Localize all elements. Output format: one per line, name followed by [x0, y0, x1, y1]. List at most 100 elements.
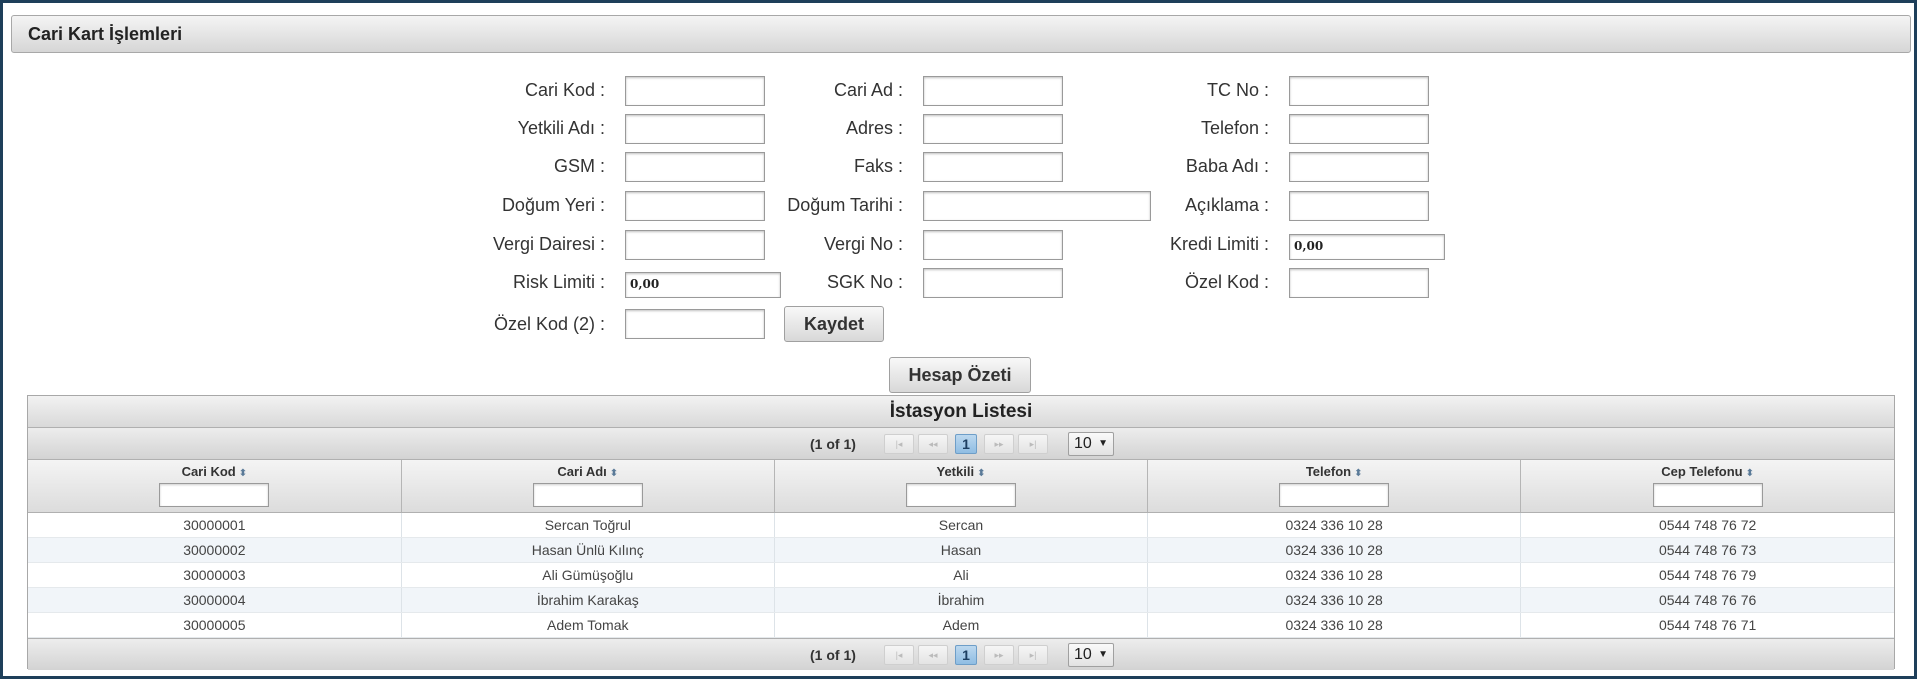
dogum-yeri-label: Doğum Yeri :	[501, 195, 605, 215]
vergi-no-label: Vergi No :	[823, 234, 903, 254]
save-button[interactable]: Kaydet	[784, 306, 884, 342]
cell-yetkili: Hasan	[774, 537, 1149, 563]
cell-cari-kod: 30000002	[28, 537, 402, 563]
rows-per-page-select[interactable]: 10 ▼	[1068, 642, 1114, 667]
rows-per-page-value: 10	[1074, 645, 1092, 663]
sgk-no-label: SGK No :	[826, 272, 903, 292]
cell-cari-kod: 30000001	[28, 512, 402, 538]
grid-title: İstasyon Listesi	[28, 396, 1894, 428]
page-report: (1 of 1)	[810, 646, 856, 663]
cari-kod-filter-input[interactable]	[159, 483, 270, 507]
column-header-cari-adi[interactable]: Cari Adı ⬍	[401, 460, 775, 513]
page-1-button[interactable]: 1	[955, 644, 977, 665]
account-summary-button[interactable]: Hesap Özeti	[889, 357, 1031, 393]
faks-input[interactable]	[923, 152, 1063, 182]
column-header-yetkili[interactable]: Yetkili ⬍	[774, 460, 1149, 513]
baba-adi-input[interactable]	[1289, 152, 1429, 182]
cell-telefon: 0324 336 10 28	[1147, 537, 1522, 563]
table-row[interactable]: 30000003 Ali Gümüşoğlu Ali 0324 336 10 2…	[28, 562, 1894, 588]
window-frame: Cari Kart İşlemleri Cari Kod : Cari Ad :…	[0, 0, 1917, 679]
sort-icon: ⬍	[609, 468, 619, 479]
vergi-no-input[interactable]	[923, 230, 1063, 260]
cell-cari-kod: 30000004	[28, 587, 402, 613]
cell-yetkili: Ali	[774, 562, 1149, 588]
rows-per-page-select[interactable]: 10 ▼	[1068, 432, 1114, 456]
page-1-button[interactable]: 1	[955, 434, 977, 454]
yetkili-adi-label: Yetkili Adı :	[517, 118, 605, 138]
first-page-icon[interactable]: |◂	[884, 434, 914, 454]
dropdown-arrow-icon: ▼	[1098, 648, 1108, 660]
last-page-icon[interactable]: ▸|	[1018, 434, 1048, 454]
risk-limiti-label: Risk Limiti :	[512, 272, 605, 292]
table-row[interactable]: 30000001 Sercan Toğrul Sercan 0324 336 1…	[28, 512, 1894, 538]
table-row[interactable]: 30000004 İbrahim Karakaş İbrahim 0324 33…	[28, 587, 1894, 613]
last-page-icon[interactable]: ▸|	[1018, 644, 1048, 665]
dogum-yeri-input[interactable]	[625, 191, 765, 221]
station-list-grid: İstasyon Listesi (1 of 1) |◂ ◂◂ 1 ▸▸ ▸| …	[27, 395, 1895, 670]
cell-cari-adi: İbrahim Karakaş	[401, 587, 775, 613]
yetkili-filter-input[interactable]	[905, 483, 1016, 507]
yetkili-adi-input[interactable]	[625, 114, 765, 144]
adres-input[interactable]	[923, 114, 1063, 144]
cell-telefon: 0324 336 10 28	[1147, 512, 1522, 538]
dropdown-arrow-icon: ▼	[1098, 438, 1108, 449]
cell-cari-adi: Ali Gümüşoğlu	[401, 562, 775, 588]
cell-telefon: 0324 336 10 28	[1147, 587, 1522, 613]
next-page-icon[interactable]: ▸▸	[984, 434, 1014, 454]
kredi-limiti-input[interactable]: 0,00	[1289, 234, 1445, 260]
cell-yetkili: Adem	[774, 612, 1149, 638]
kredi-limiti-label: Kredi Limiti :	[1169, 234, 1269, 254]
table-row[interactable]: 30000005 Adem Tomak Adem 0324 336 10 28 …	[28, 612, 1894, 638]
panel-title: Cari Kart İşlemleri	[11, 15, 1911, 53]
baba-adi-label: Baba Adı :	[1185, 156, 1269, 176]
prev-page-icon[interactable]: ◂◂	[918, 644, 948, 665]
adres-label: Adres :	[845, 118, 903, 138]
telefon-input[interactable]	[1289, 114, 1429, 144]
sgk-no-input[interactable]	[923, 268, 1063, 298]
page-report: (1 of 1)	[810, 436, 856, 452]
gsm-label: GSM :	[553, 156, 605, 176]
aciklama-input[interactable]	[1289, 191, 1429, 221]
cell-telefon: 0324 336 10 28	[1147, 612, 1522, 638]
cell-cari-kod: 30000005	[28, 612, 402, 638]
sort-icon: ⬍	[1354, 468, 1363, 479]
cell-cep-telefonu: 0544 748 76 72	[1520, 512, 1894, 538]
cell-cep-telefonu: 0544 748 76 79	[1520, 562, 1894, 588]
ozel-kod-2-label: Özel Kod (2) :	[493, 314, 605, 334]
cell-cari-adi: Adem Tomak	[401, 612, 775, 638]
next-page-icon[interactable]: ▸▸	[984, 644, 1014, 665]
dogum-tarihi-label: Doğum Tarihi :	[787, 195, 903, 215]
cell-cep-telefonu: 0544 748 76 73	[1520, 537, 1894, 563]
aciklama-label: Açıklama :	[1184, 195, 1269, 215]
cep-telefonu-filter-input[interactable]	[1652, 483, 1763, 507]
cari-kod-input[interactable]	[625, 76, 765, 106]
telefon-label: Telefon :	[1200, 118, 1269, 138]
cell-yetkili: Sercan	[774, 512, 1149, 538]
table-row[interactable]: 30000002 Hasan Ünlü Kılınç Hasan 0324 33…	[28, 537, 1894, 563]
cell-cep-telefonu: 0544 748 76 76	[1520, 587, 1894, 613]
column-header-cari-kod[interactable]: Cari Kod ⬍	[28, 460, 402, 513]
column-header-telefon[interactable]: Telefon ⬍	[1147, 460, 1522, 513]
bottom-paginator: (1 of 1) |◂ ◂◂ 1 ▸▸ ▸| 10 ▼	[28, 637, 1894, 670]
cell-cari-adi: Hasan Ünlü Kılınç	[401, 537, 775, 563]
first-page-icon[interactable]: |◂	[884, 644, 914, 665]
cell-yetkili: İbrahim	[774, 587, 1149, 613]
tc-no-input[interactable]	[1289, 76, 1429, 106]
column-header-cep-telefonu[interactable]: Cep Telefonu ⬍	[1520, 460, 1894, 513]
risk-limiti-input[interactable]: 0,00	[625, 272, 781, 298]
tc-no-label: TC No :	[1206, 80, 1269, 100]
ozel-kod-label: Özel Kod :	[1184, 272, 1269, 292]
prev-page-icon[interactable]: ◂◂	[918, 434, 948, 454]
cari-adi-filter-input[interactable]	[532, 483, 643, 507]
ozel-kod-input[interactable]	[1289, 268, 1429, 298]
cell-cari-adi: Sercan Toğrul	[401, 512, 775, 538]
faks-label: Faks :	[853, 156, 903, 176]
vergi-dairesi-label: Vergi Dairesi :	[492, 234, 605, 254]
cell-telefon: 0324 336 10 28	[1147, 562, 1522, 588]
telefon-filter-input[interactable]	[1279, 483, 1390, 507]
cell-cari-kod: 30000003	[28, 562, 402, 588]
ozel-kod-2-input[interactable]	[625, 309, 765, 339]
cari-ad-input[interactable]	[923, 76, 1063, 106]
vergi-dairesi-input[interactable]	[625, 230, 765, 260]
gsm-input[interactable]	[625, 152, 765, 182]
